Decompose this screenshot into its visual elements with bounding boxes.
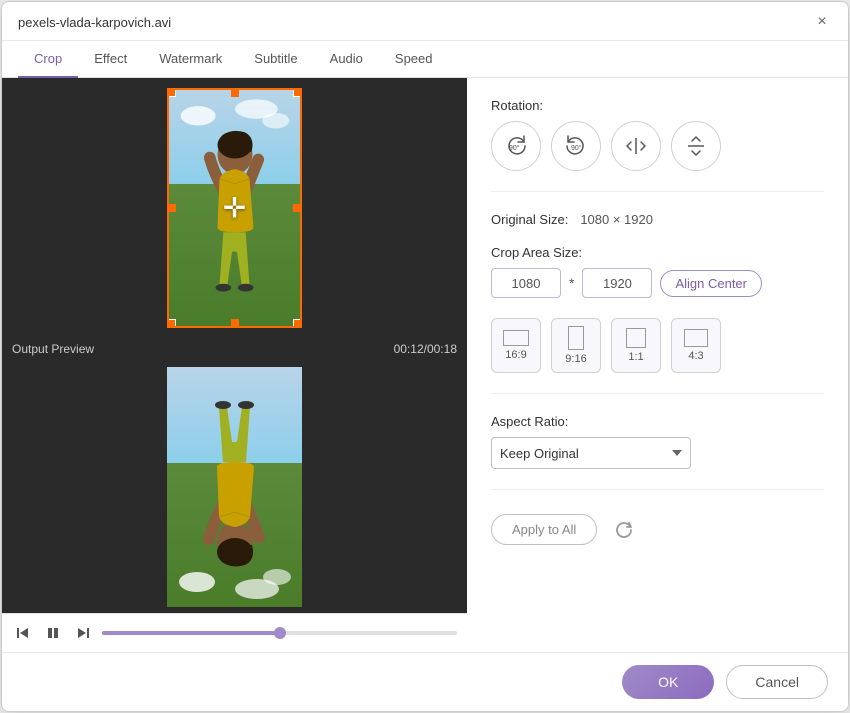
tab-watermark[interactable]: Watermark: [143, 41, 238, 78]
crop-width-input[interactable]: [491, 268, 561, 298]
title-bar: pexels-vlada-karpovich.avi ×: [2, 2, 848, 41]
handle-top-center[interactable]: [231, 89, 239, 97]
tab-bar: Crop Effect Watermark Subtitle Audio Spe…: [2, 41, 848, 78]
handle-left-center[interactable]: [168, 204, 176, 212]
refresh-icon: [615, 521, 633, 539]
playback-bar: [2, 613, 467, 652]
tab-subtitle[interactable]: Subtitle: [238, 41, 313, 78]
aspect-icon-169: [503, 330, 529, 346]
handle-bottom-left[interactable]: [168, 319, 176, 327]
original-size-value: 1080 × 1920: [580, 212, 653, 227]
refresh-button[interactable]: [609, 515, 639, 545]
handle-top-right[interactable]: [293, 89, 301, 97]
aspect-btn-43[interactable]: 4:3: [671, 318, 721, 373]
original-size-row: Original Size: 1080 × 1920: [491, 212, 824, 227]
pause-button[interactable]: [42, 622, 64, 644]
aspect-icon-43: [684, 329, 708, 347]
aspect-label-916: 9:16: [565, 353, 586, 365]
align-center-button[interactable]: Align Center: [660, 270, 762, 297]
aspect-ratio-preset-buttons: 16:9 9:16 1:1 4:3: [491, 318, 824, 373]
output-frame: [167, 367, 302, 607]
flip-h-icon: [624, 134, 648, 158]
footer-bar: OK Cancel: [2, 652, 848, 711]
handle-bottom-right[interactable]: [293, 319, 301, 327]
tab-speed[interactable]: Speed: [379, 41, 449, 78]
flip-v-icon: [684, 134, 708, 158]
svg-text:90°: 90°: [571, 144, 582, 152]
aspect-ratio-section: Aspect Ratio: Keep Original 16:9 9:16 1:…: [491, 414, 824, 469]
divider-1: [491, 191, 824, 192]
aspect-label-43: 4:3: [688, 350, 703, 362]
aspect-ratio-dropdown[interactable]: Keep Original 16:9 9:16 1:1 4:3 Free: [491, 437, 691, 469]
aspect-btn-169[interactable]: 16:9: [491, 318, 541, 373]
crop-area-label: Crop Area Size:: [491, 245, 824, 260]
next-button[interactable]: [72, 622, 94, 644]
main-dialog: pexels-vlada-karpovich.avi × Crop Effect…: [1, 1, 849, 712]
aspect-btn-11[interactable]: 1:1: [611, 318, 661, 373]
handle-bottom-center[interactable]: [231, 319, 239, 327]
aspect-btn-916[interactable]: 9:16: [551, 318, 601, 373]
crop-area-section: Crop Area Size: * Align Center: [491, 245, 824, 298]
left-panel: ✛ Output Preview 00:12/00:18: [2, 78, 467, 652]
handle-right-center[interactable]: [293, 204, 301, 212]
rotation-section: Rotation: 90° 90°: [491, 98, 824, 171]
right-panel: Rotation: 90° 90°: [467, 78, 848, 652]
pause-icon: [46, 626, 60, 640]
main-content: ✛ Output Preview 00:12/00:18: [2, 78, 848, 652]
progress-fill: [102, 631, 280, 635]
preview-label-bar: Output Preview 00:12/00:18: [2, 338, 467, 360]
multiply-sign: *: [569, 275, 574, 291]
prev-button[interactable]: [12, 622, 34, 644]
skip-forward-icon: [76, 626, 90, 640]
video-edit-area: ✛: [2, 78, 467, 338]
rotation-label: Rotation:: [491, 98, 824, 113]
tab-effect[interactable]: Effect: [78, 41, 143, 78]
aspect-label-11: 1:1: [628, 351, 643, 363]
tab-audio[interactable]: Audio: [314, 41, 379, 78]
rotate-cw-button[interactable]: 90°: [491, 121, 541, 171]
aspect-icon-916: [568, 326, 584, 350]
rotate-ccw-icon: 90°: [564, 134, 588, 158]
cancel-button[interactable]: Cancel: [726, 665, 828, 699]
close-button[interactable]: ×: [812, 12, 832, 32]
progress-thumb[interactable]: [274, 627, 286, 639]
apply-all-button[interactable]: Apply to All: [491, 514, 597, 545]
rotation-buttons: 90° 90°: [491, 121, 824, 171]
aspect-icon-11: [626, 328, 646, 348]
skip-back-icon: [16, 626, 30, 640]
svg-text:90°: 90°: [509, 144, 520, 152]
video-output-area: [2, 360, 467, 613]
crop-inputs-row: * Align Center: [491, 268, 824, 298]
tab-crop[interactable]: Crop: [18, 41, 78, 78]
output-preview-label: Output Preview: [12, 342, 94, 356]
handle-top-left[interactable]: [168, 89, 176, 97]
video-content-bottom: [167, 367, 302, 607]
person-figure-bottom: [167, 367, 302, 607]
divider-2: [491, 393, 824, 394]
ok-button[interactable]: OK: [622, 665, 714, 699]
timestamp-label: 00:12/00:18: [394, 342, 457, 356]
rotate-ccw-button[interactable]: 90°: [551, 121, 601, 171]
aspect-ratio-label: Aspect Ratio:: [491, 414, 824, 429]
original-size-label: Original Size:: [491, 212, 568, 227]
flip-horizontal-button[interactable]: [611, 121, 661, 171]
divider-3: [491, 489, 824, 490]
rotate-cw-icon: 90°: [504, 134, 528, 158]
crop-frame[interactable]: ✛: [167, 88, 302, 328]
flip-vertical-button[interactable]: [671, 121, 721, 171]
crop-height-input[interactable]: [582, 268, 652, 298]
apply-row: Apply to All: [491, 510, 824, 545]
dialog-title: pexels-vlada-karpovich.avi: [18, 15, 171, 30]
progress-bar[interactable]: [102, 631, 457, 635]
move-cursor-icon: ✛: [223, 192, 246, 225]
aspect-label-169: 16:9: [505, 349, 526, 361]
